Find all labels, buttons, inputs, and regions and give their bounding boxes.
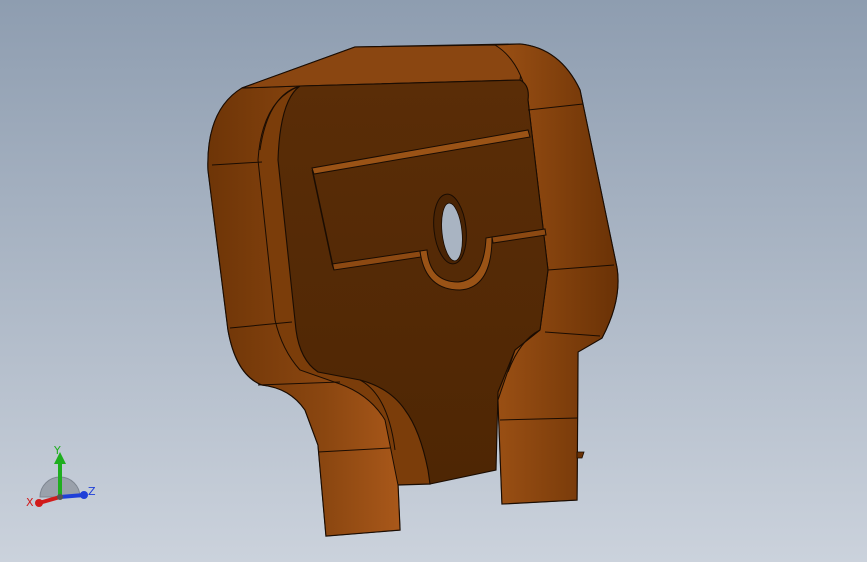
x-axis-end-icon [35, 499, 43, 507]
x-axis-label: X [26, 496, 34, 509]
orientation-triad[interactable]: X Y Z [22, 440, 102, 510]
part-model[interactable] [0, 0, 867, 562]
y-axis-label: Y [53, 444, 61, 457]
3d-graphics-viewport[interactable]: X Y Z [0, 0, 867, 562]
z-axis-end-icon [80, 491, 88, 499]
triad-origin-icon [57, 494, 63, 500]
z-axis-label: Z [88, 485, 96, 498]
right-tab-notch [576, 451, 585, 459]
